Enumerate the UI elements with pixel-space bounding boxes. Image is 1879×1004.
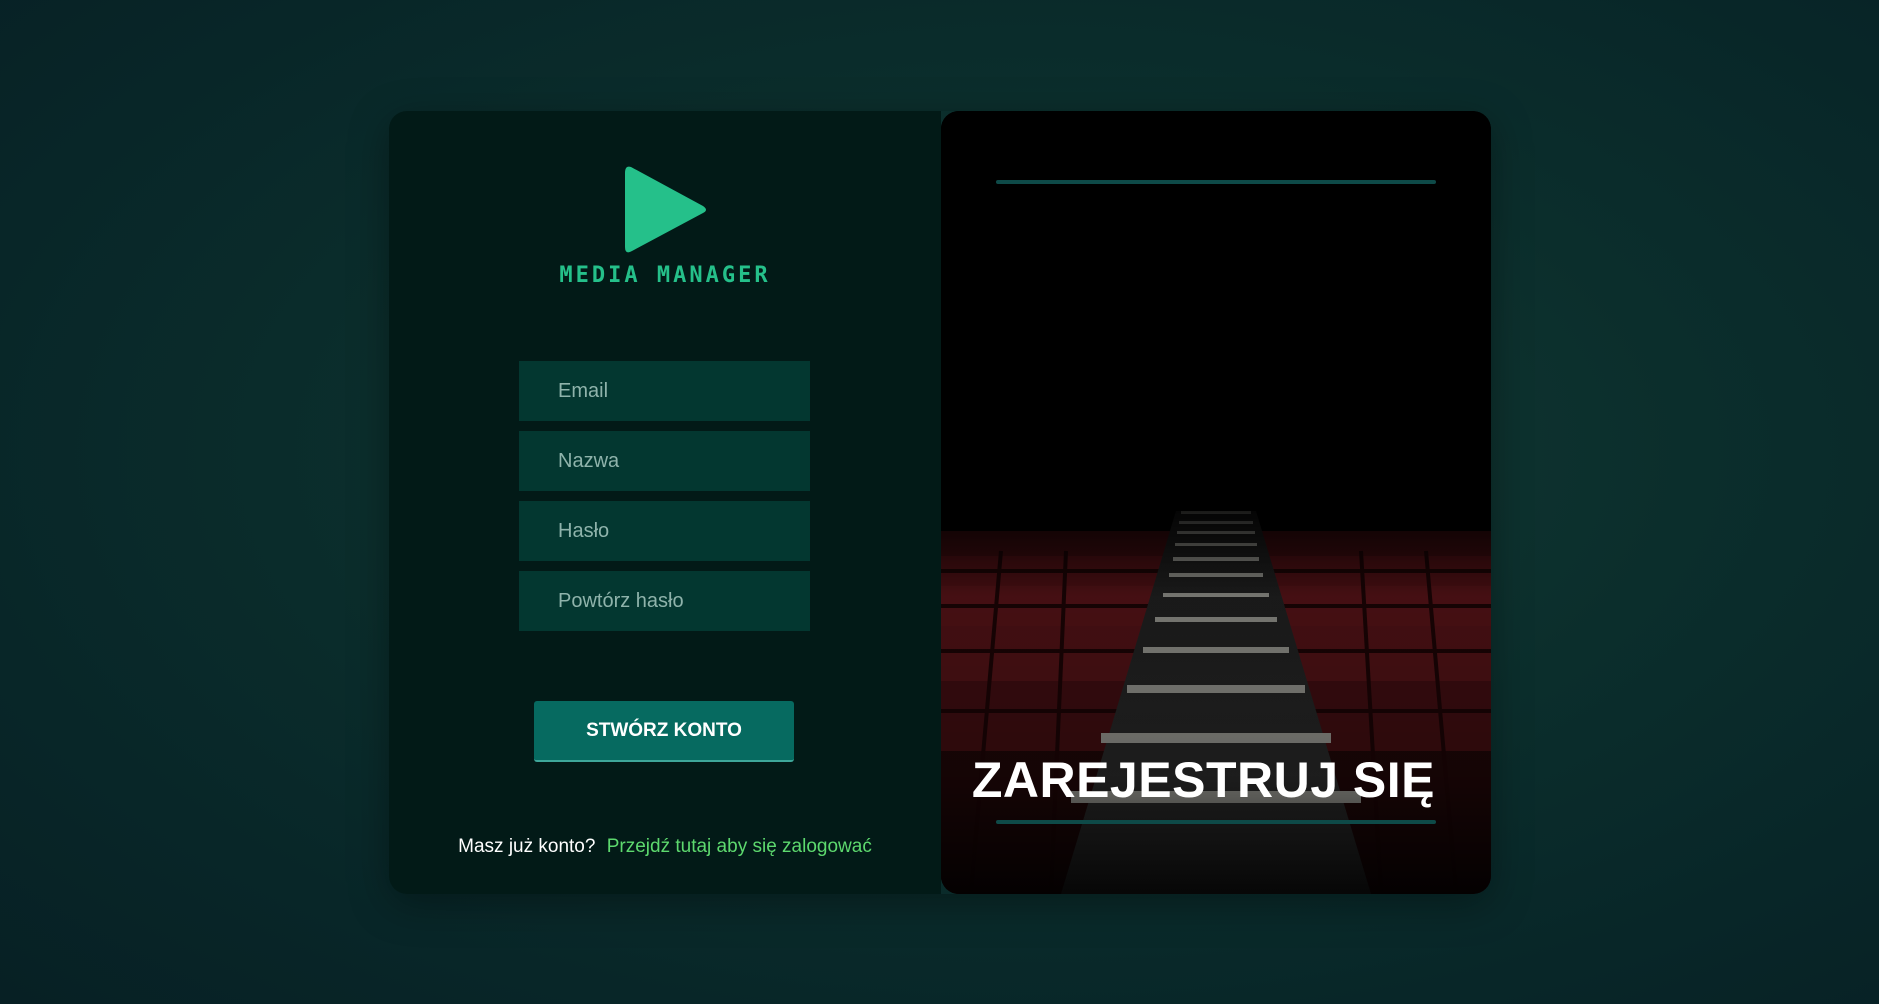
logo: MEDIA MANAGER [389, 163, 941, 288]
repeat-password-field[interactable] [519, 571, 810, 631]
play-icon [625, 166, 706, 253]
name-field[interactable] [519, 431, 810, 491]
email-field[interactable] [519, 361, 810, 421]
create-account-button[interactable]: STWÓRZ KONTO [534, 701, 794, 762]
top-divider [996, 180, 1436, 184]
bottom-divider [996, 820, 1436, 824]
brand-name: MEDIA MANAGER [559, 263, 771, 288]
password-field[interactable] [519, 501, 810, 561]
hero-panel: ZAREJESTRUJ SIĘ [941, 111, 1491, 894]
login-link[interactable]: Przejdź tutaj aby się zalogować [607, 836, 872, 857]
register-card: MEDIA MANAGER STWÓRZ KONTO Masz już kont… [389, 111, 1491, 894]
login-question: Masz już konto? [458, 836, 596, 857]
register-form-panel: MEDIA MANAGER STWÓRZ KONTO Masz już kont… [389, 111, 941, 894]
login-prompt: Masz już konto? Przejdź tutaj aby się za… [389, 836, 941, 858]
register-form [519, 361, 810, 641]
hero-headline: ZAREJESTRUJ SIĘ [971, 752, 1435, 808]
